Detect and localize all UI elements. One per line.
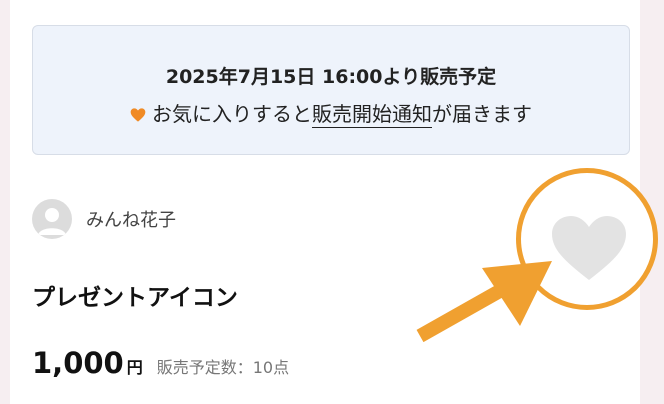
notice-suffix: が届きます <box>432 102 532 126</box>
currency-unit: 円 <box>126 358 143 377</box>
notice-prefix: お気に入りすると <box>152 102 312 126</box>
seller-info[interactable]: みんね花子 <box>32 199 176 239</box>
heart-icon <box>130 108 146 122</box>
heart-icon <box>552 216 626 280</box>
favorite-button[interactable] <box>550 214 628 282</box>
avatar[interactable] <box>32 199 72 239</box>
price-row: 1,000 円 販売予定数：10点 <box>32 346 289 380</box>
product-title: プレゼントアイコン <box>32 285 238 311</box>
arrow-icon <box>416 261 552 343</box>
user-icon <box>38 208 66 235</box>
price-value: 1,000 <box>32 346 124 380</box>
notice-favorite-hint: お気に入りすると販売開始通知が届きます <box>33 98 629 128</box>
sale-notice: 2025年7月15日 16:00より販売予定 お気に入りすると販売開始通知が届き… <box>32 25 630 155</box>
planned-stock: 販売予定数：10点 <box>156 358 290 377</box>
sale-notification-link[interactable]: 販売開始通知 <box>312 102 432 128</box>
sale-start-text: 2025年7月15日 16:00より販売予定 <box>165 66 497 88</box>
seller-name[interactable]: みんね花子 <box>86 206 176 232</box>
